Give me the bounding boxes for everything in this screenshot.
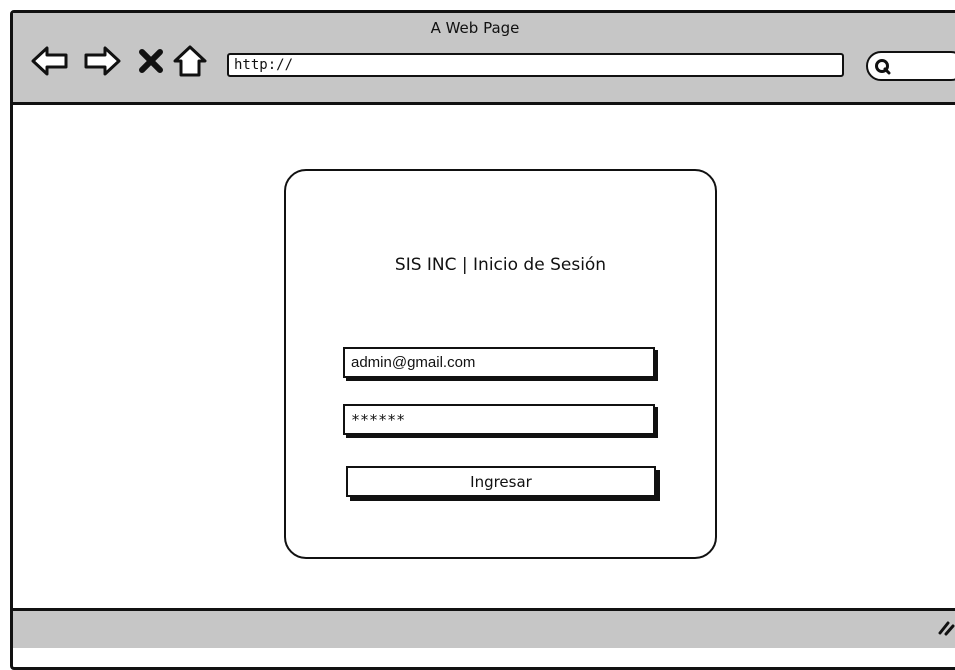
browser-search-field[interactable] <box>866 51 955 81</box>
forward-arrow-icon[interactable] <box>82 44 122 78</box>
submit-button[interactable]: Ingresar <box>346 466 656 497</box>
email-field[interactable] <box>343 347 655 378</box>
password-field[interactable] <box>343 404 655 435</box>
close-icon[interactable] <box>138 44 164 78</box>
page-title: A Web Page <box>430 19 520 37</box>
browser-status-bar <box>13 608 955 648</box>
url-bar[interactable]: http:// <box>227 53 844 77</box>
search-icon <box>874 58 892 80</box>
resize-grip-icon[interactable] <box>937 616 955 640</box>
back-arrow-icon[interactable] <box>30 44 70 78</box>
login-title: SIS INC | Inicio de Sesión <box>394 255 607 275</box>
home-icon[interactable] <box>172 44 208 78</box>
